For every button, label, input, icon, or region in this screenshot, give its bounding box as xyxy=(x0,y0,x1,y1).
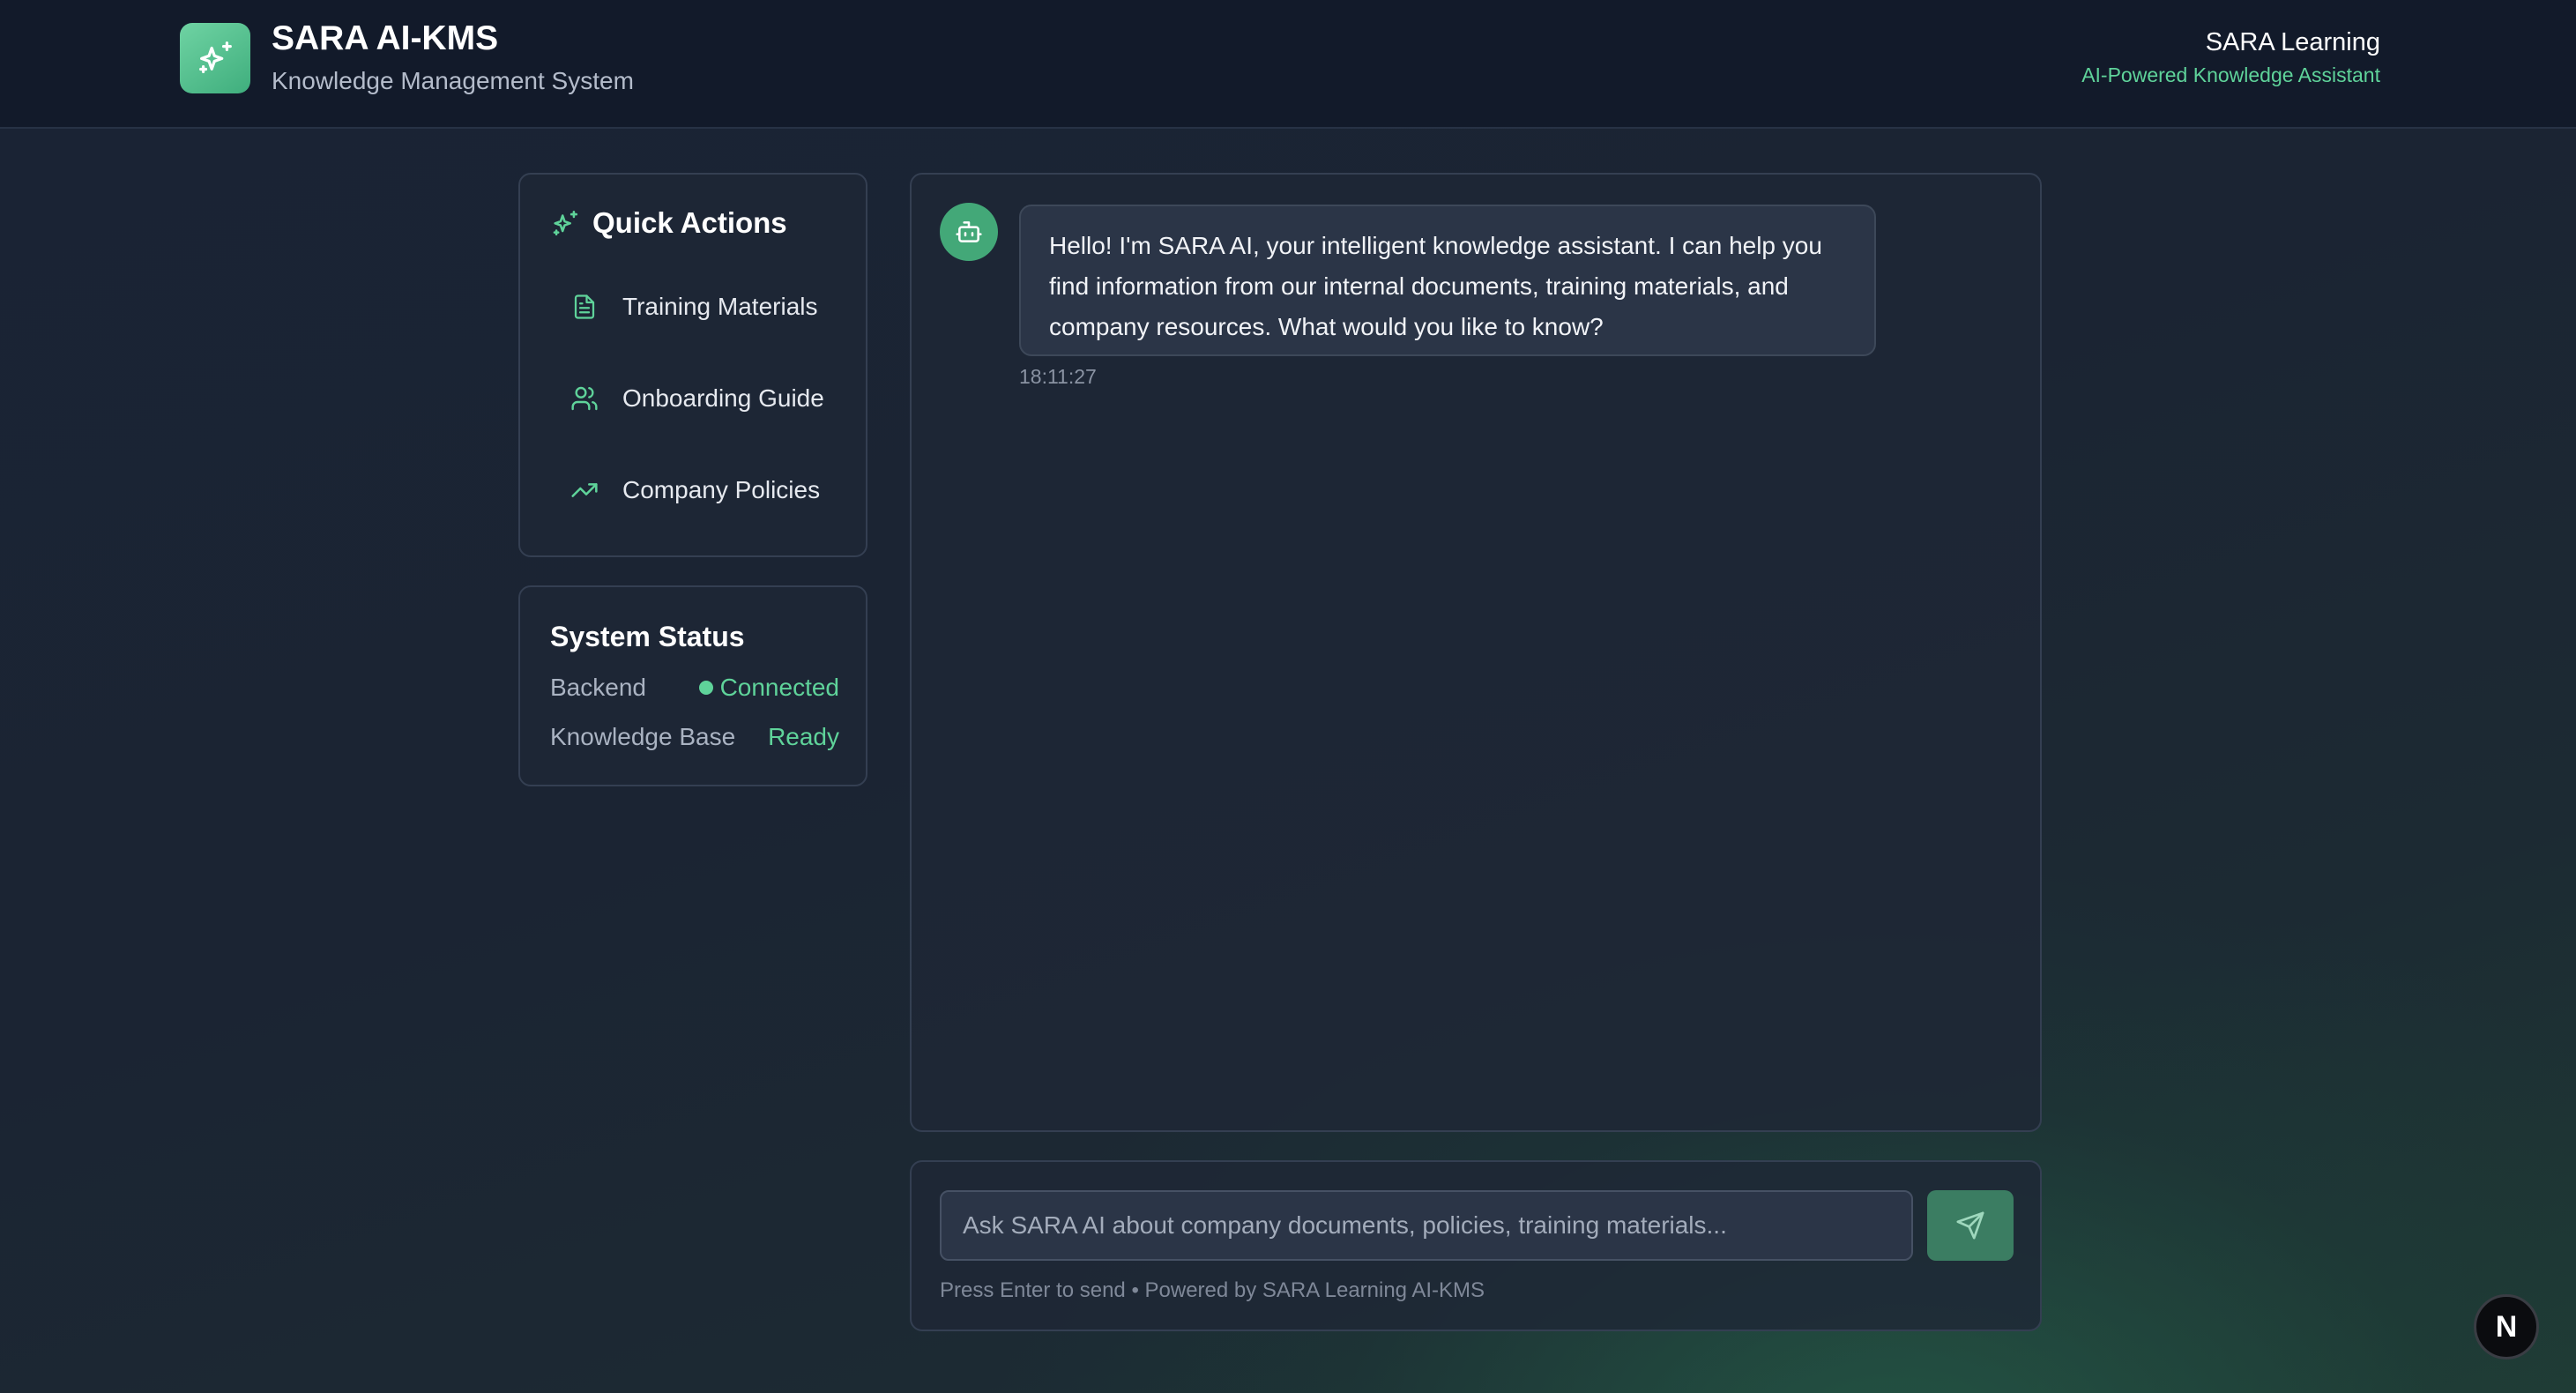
bot-message-bubble: Hello! I'm SARA AI, your intelligent kno… xyxy=(1019,205,1876,356)
composer-hint: Press Enter to send • Powered by SARA Le… xyxy=(940,1278,1485,1302)
trending-up-icon xyxy=(570,475,599,505)
quick-action-label: Company Policies xyxy=(622,476,821,503)
app-header: SARA AI-KMS Knowledge Management System … xyxy=(0,0,2576,129)
quick-action-label: Onboarding Guide xyxy=(622,384,824,412)
status-label: Backend xyxy=(550,674,646,701)
app-logo xyxy=(180,23,250,93)
quick-actions-panel: Quick Actions Training Materials Onboard… xyxy=(518,173,867,557)
sparkles-icon xyxy=(553,210,578,236)
status-badge: Connected xyxy=(698,674,839,702)
quick-action-label: Training Materials xyxy=(622,293,818,320)
send-button[interactable] xyxy=(1927,1190,2014,1261)
quick-action-onboarding-guide[interactable]: Onboarding Guide xyxy=(550,363,838,434)
message-timestamp: 18:11:27 xyxy=(1019,365,1097,388)
brand-name: SARA Learning xyxy=(2205,28,2380,56)
users-icon xyxy=(570,384,599,413)
chat-input[interactable] xyxy=(940,1190,1913,1261)
system-status-panel: System Status Backend Connected Knowledg… xyxy=(518,585,867,786)
system-status-title: System Status xyxy=(550,621,745,652)
chat-panel[interactable]: Hello! I'm SARA AI, your intelligent kno… xyxy=(910,173,2042,1132)
brand-tagline: AI-Powered Knowledge Assistant xyxy=(2081,63,2380,86)
document-icon xyxy=(570,292,599,322)
status-dot-icon xyxy=(698,681,713,695)
quick-action-training-materials[interactable]: Training Materials xyxy=(550,272,838,342)
app-subtitle: Knowledge Management System xyxy=(272,67,634,94)
quick-actions-heading: Quick Actions xyxy=(550,206,787,240)
app-title: SARA AI-KMS xyxy=(272,19,499,57)
composer-panel: Press Enter to send • Powered by SARA Le… xyxy=(910,1160,2042,1331)
status-row-knowledge-base: Knowledge Base Ready xyxy=(550,723,839,751)
bot-icon xyxy=(956,221,982,242)
quick-actions-title: Quick Actions xyxy=(592,206,787,239)
status-value: Ready xyxy=(768,723,839,750)
status-row-backend: Backend Connected xyxy=(550,674,839,702)
send-icon xyxy=(1956,1211,1984,1240)
status-label: Knowledge Base xyxy=(550,723,736,750)
avatar xyxy=(940,203,998,261)
quick-action-company-policies[interactable]: Company Policies xyxy=(550,455,838,525)
status-value: Connected xyxy=(719,674,839,701)
dev-indicator-button[interactable]: N xyxy=(2474,1294,2539,1359)
sparkles-icon xyxy=(199,41,232,73)
